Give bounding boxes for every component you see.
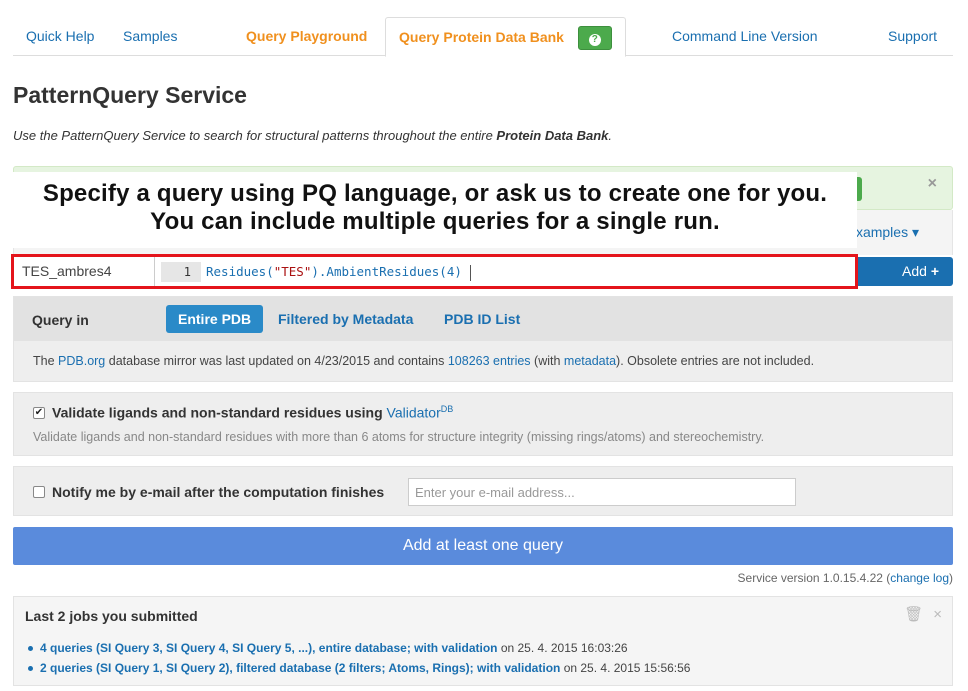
intro-text: Use the PatternQuery Service to search f…	[13, 128, 497, 143]
add-query-button[interactable]: Add +	[858, 257, 953, 286]
tab-quick-help[interactable]: Quick Help	[13, 17, 107, 56]
recent-jobs-title: Last 2 jobs you submitted	[25, 608, 198, 624]
plus-icon: +	[930, 263, 939, 279]
recent-jobs-panel: Last 2 jobs you submitted 🗑 × 4 queries (…	[13, 596, 953, 686]
close-icon[interactable]: ×	[933, 606, 942, 623]
validate-label-text: Validate ligands and non-standard residu…	[52, 404, 387, 421]
question-icon: ?	[588, 33, 601, 46]
list-item: 2 queries (SI Query 1, SI Query 2), filt…	[28, 658, 690, 678]
version-text: Service version 1.0.15.4.22 (	[737, 571, 891, 585]
query-editor-row: TES_ambres4 1 Residues("TES").AmbientRes…	[11, 254, 858, 289]
option-entire-pdb[interactable]: Entire PDB	[166, 305, 264, 333]
banner-line-2: You can include multiple queries for a s…	[150, 208, 720, 235]
query-in-panel: Query in Entire PDB Filtered by Metadata…	[13, 296, 953, 382]
intro-bold: Protein Data Bank	[496, 128, 609, 143]
submit-button[interactable]: Add at least one query	[13, 527, 953, 565]
bullet-icon	[28, 646, 33, 652]
tab-query-pdb-label: Query Protein Data Bank	[399, 29, 564, 45]
tab-command-line-version[interactable]: Command Line Version	[659, 17, 831, 56]
examples-dropdown[interactable]: xamples ▾	[856, 224, 919, 241]
pdb-org-link[interactable]: PDB.org	[58, 354, 105, 368]
query-in-bar: Query in Entire PDB Filtered by Metadata…	[14, 297, 952, 341]
service-version: Service version 1.0.15.4.22 (change log)	[738, 571, 953, 585]
job-date: on 25. 4. 2015 16:03:26	[497, 641, 628, 655]
caret-down-icon: ▾	[911, 224, 919, 240]
intro-suffix: .	[608, 128, 613, 143]
recent-jobs-actions: 🗑 ×	[894, 605, 942, 623]
database-info: The PDB.org database mirror was last upd…	[33, 354, 814, 368]
job-date: on 25. 4. 2015 15:56:56	[560, 661, 691, 675]
validate-panel: ✔ Validate ligands and non-standard resi…	[13, 392, 953, 456]
validator-superscript: DB	[440, 404, 454, 414]
top-nav-tabs: Quick Help Samples Query Playground Quer…	[13, 17, 953, 57]
tab-support[interactable]: Support	[875, 17, 950, 56]
page-intro: Use the PatternQuery Service to search f…	[13, 128, 612, 143]
job-link[interactable]: 4 queries (SI Query 3, SI Query 4, SI Qu…	[40, 641, 497, 655]
entries-link[interactable]: 108263 entries	[448, 354, 531, 368]
change-log-link[interactable]: change log	[890, 571, 949, 585]
option-pdb-id-list[interactable]: PDB ID List	[432, 305, 532, 333]
list-item: 4 queries (SI Query 3, SI Query 4, SI Qu…	[28, 638, 690, 658]
line-number: 1	[161, 262, 201, 282]
help-button[interactable]: ?	[577, 26, 612, 51]
query-in-label: Query in	[32, 312, 89, 328]
annotation-banner: Specify a query using PQ language, or as…	[13, 172, 857, 248]
validate-checkbox[interactable]: ✔	[33, 407, 45, 419]
text-cursor	[469, 264, 471, 281]
job-link[interactable]: 2 queries (SI Query 1, SI Query 2), filt…	[40, 661, 560, 675]
info-text: The	[33, 354, 59, 368]
email-field[interactable]	[408, 478, 796, 506]
code-token: Residues(	[206, 264, 274, 279]
add-label: Add	[902, 263, 927, 279]
info-text: ). Obsolete entries are not included.	[616, 354, 815, 368]
code-token: ).AmbientResidues(4)	[311, 264, 462, 279]
option-filtered-by-metadata[interactable]: Filtered by Metadata	[266, 305, 425, 333]
info-text: (with	[530, 354, 564, 368]
tab-query-protein-data-bank[interactable]: Query Protein Data Bank ?	[385, 17, 626, 57]
tab-samples[interactable]: Samples	[110, 17, 190, 56]
info-text: database mirror was last updated on 4/23…	[105, 354, 448, 368]
validator-link[interactable]: Validator	[387, 405, 441, 421]
version-paren: )	[949, 571, 953, 585]
recent-jobs-list: 4 queries (SI Query 3, SI Query 4, SI Qu…	[28, 638, 690, 678]
banner-line-1: Specify a query using PQ language, or as…	[42, 180, 828, 207]
trash-icon[interactable]: 🗑	[904, 606, 923, 623]
metadata-link[interactable]: metadata	[564, 354, 616, 368]
notify-panel: Notify me by e-mail after the computatio…	[13, 466, 953, 516]
code-string: "TES"	[273, 264, 312, 279]
notify-label: Notify me by e-mail after the computatio…	[52, 484, 385, 500]
query-name-field[interactable]: TES_ambres4	[14, 257, 155, 286]
examples-label: xamples	[855, 224, 909, 240]
bullet-icon	[28, 666, 33, 672]
validate-label: Validate ligands and non-standard residu…	[52, 404, 453, 421]
tab-query-playground[interactable]: Query Playground	[233, 17, 380, 56]
page-title: PatternQuery Service	[13, 82, 247, 108]
close-icon[interactable]: ×	[928, 175, 937, 193]
query-code-editor[interactable]: Residues("TES").AmbientResidues(4)	[206, 262, 471, 282]
validate-description: Validate ligands and non-standard residu…	[33, 430, 765, 444]
notify-checkbox[interactable]	[33, 486, 45, 498]
